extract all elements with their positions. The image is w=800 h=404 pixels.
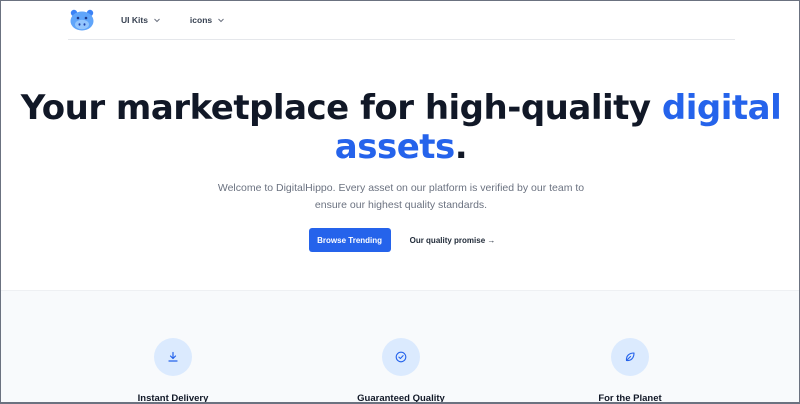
feature-instant-delivery: Instant Delivery	[93, 338, 253, 404]
check-circle-icon	[395, 351, 407, 363]
hero-title: Your marketplace for high-quality digita…	[1, 88, 799, 167]
feature-icon-circle	[611, 338, 649, 376]
feature-icon-circle	[154, 338, 192, 376]
hero-title-end: .	[454, 127, 468, 167]
feature-for-the-planet: For the Planet	[550, 338, 710, 404]
leaf-icon	[625, 352, 635, 362]
hippo-logo-icon[interactable]	[69, 9, 95, 31]
nav-ui-kits[interactable]: UI Kits	[121, 15, 161, 25]
hero-title-main: Your marketplace for high-quality	[20, 88, 662, 128]
feature-title: Guaranteed Quality	[357, 393, 445, 404]
feature-icon-circle	[382, 338, 420, 376]
download-icon	[168, 351, 178, 362]
hero-actions: Browse Trending Our quality promise →	[1, 228, 799, 252]
quality-promise-link[interactable]: Our quality promise →	[410, 236, 496, 245]
navbar: UI Kits icons	[68, 1, 735, 40]
hero-section: Your marketplace for high-quality digita…	[1, 88, 799, 252]
browse-trending-button[interactable]: Browse Trending	[308, 228, 391, 252]
nav-icons-label: icons	[189, 15, 213, 25]
feature-title: For the Planet	[598, 393, 662, 404]
hero-lead: Welcome to DigitalHippo. Every asset on …	[217, 182, 585, 211]
nav-ui-kits-label: UI Kits	[121, 15, 148, 25]
page: UI Kits icons Your marketplace for high-…	[0, 0, 800, 404]
feature-title: Instant Delivery	[137, 393, 209, 404]
features-section: Instant Delivery Guaranteed Quality For …	[1, 290, 799, 404]
chevron-down-icon	[218, 18, 224, 23]
nav-icons[interactable]: icons	[190, 15, 225, 25]
chevron-down-icon	[154, 18, 160, 23]
feature-guaranteed-quality: Guaranteed Quality	[321, 338, 481, 404]
